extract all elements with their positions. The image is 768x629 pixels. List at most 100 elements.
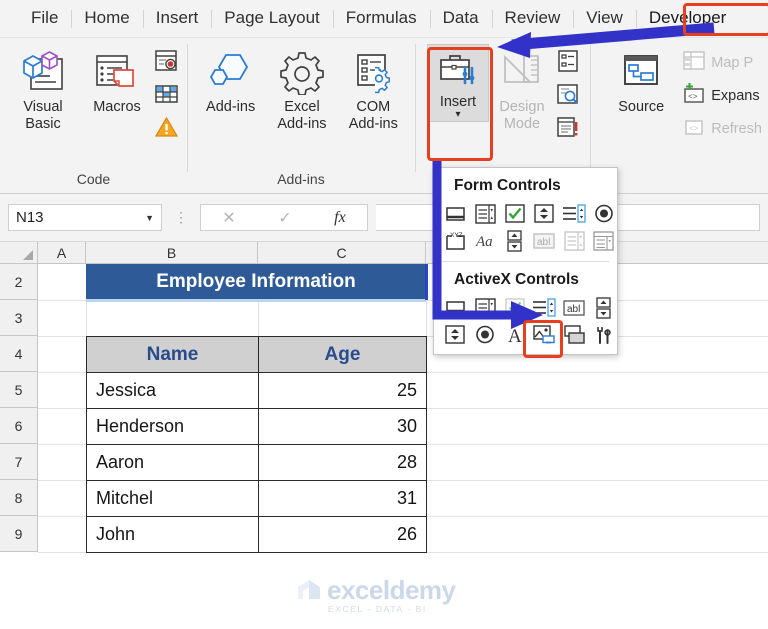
column-header-a[interactable]: A bbox=[38, 242, 86, 263]
row-header-8[interactable]: 8 bbox=[0, 480, 38, 516]
activex-toggle-button-control[interactable] bbox=[561, 322, 588, 347]
row-header-4[interactable]: 4 bbox=[0, 336, 38, 372]
tab-insert[interactable]: Insert bbox=[142, 4, 212, 37]
cell-name[interactable]: Aaron bbox=[86, 444, 259, 481]
run-dialog-icon bbox=[555, 115, 581, 143]
cell-name[interactable]: John bbox=[86, 516, 259, 553]
com-addins-label: COM Add-ins bbox=[348, 99, 398, 133]
form-combo-list-edit-control[interactable] bbox=[561, 228, 588, 253]
form-combo-drop-down-edit-control[interactable] bbox=[590, 228, 617, 253]
formula-bar-handle[interactable]: ⋮ bbox=[170, 209, 192, 226]
expansion-packs-icon: <> bbox=[682, 83, 706, 109]
cell-age[interactable]: 26 bbox=[258, 516, 427, 553]
form-controls-row-2: XYZ Aa abl bbox=[434, 227, 617, 254]
cell-age[interactable]: 30 bbox=[258, 408, 427, 445]
insert-controls-icon bbox=[436, 50, 480, 94]
expansion-packs-button[interactable]: <> Expans bbox=[682, 81, 762, 111]
enter-icon[interactable]: ✓ bbox=[278, 208, 291, 228]
view-code-button[interactable] bbox=[555, 81, 581, 111]
employee-information-title-cell[interactable]: Employee Information bbox=[86, 264, 426, 299]
select-all-corner[interactable] bbox=[0, 242, 38, 263]
column-header-name: Name bbox=[86, 336, 259, 373]
activex-option-button-control[interactable] bbox=[472, 322, 499, 347]
tab-page-layout[interactable]: Page Layout bbox=[211, 4, 332, 37]
record-macro-icon bbox=[154, 49, 180, 77]
grid-rows: 2 3 4 5 6 7 8 9 Employee Information Nam… bbox=[0, 264, 768, 553]
design-mode-button: Design Mode bbox=[489, 44, 555, 137]
row-header-9[interactable]: 9 bbox=[0, 516, 38, 552]
use-relative-references-button[interactable] bbox=[154, 81, 180, 111]
chevron-down-icon[interactable]: ▼ bbox=[145, 213, 154, 223]
row-header-5[interactable]: 5 bbox=[0, 372, 38, 408]
row-header-3[interactable]: 3 bbox=[0, 300, 38, 336]
activex-spin-button-control[interactable] bbox=[442, 322, 469, 347]
visual-basic-button[interactable]: Visual Basic bbox=[6, 44, 80, 137]
activex-more-controls-control[interactable] bbox=[590, 322, 617, 347]
row-header-6[interactable]: 6 bbox=[0, 408, 38, 444]
column-header-b[interactable]: B bbox=[86, 242, 258, 263]
controls-small-buttons bbox=[555, 44, 581, 144]
table-row[interactable]: John 26 bbox=[86, 516, 427, 553]
activex-combo-box-control[interactable] bbox=[472, 295, 499, 320]
form-check-box-control[interactable] bbox=[501, 201, 528, 226]
excel-addins-button[interactable]: Excel Add-ins bbox=[266, 44, 337, 137]
tab-data[interactable]: Data bbox=[429, 4, 492, 37]
cell-name[interactable]: Henderson bbox=[86, 408, 259, 445]
cell-name[interactable]: Jessica bbox=[86, 372, 259, 409]
xml-source-button[interactable]: Source bbox=[604, 44, 678, 120]
macro-security-button[interactable] bbox=[154, 114, 180, 144]
form-label-control[interactable]: Aa bbox=[472, 228, 499, 253]
form-combo-box-control[interactable] bbox=[472, 201, 499, 226]
activex-text-box-control[interactable]: abl bbox=[561, 295, 588, 320]
tab-file[interactable]: File bbox=[18, 4, 71, 37]
insert-function-icon[interactable]: fx bbox=[334, 209, 346, 227]
activex-label-control[interactable]: A bbox=[501, 322, 528, 347]
activex-image-control[interactable] bbox=[531, 322, 558, 347]
insert-button[interactable]: Insert ▾ bbox=[426, 44, 489, 122]
tab-formulas[interactable]: Formulas bbox=[332, 4, 430, 37]
macro-security-icon bbox=[154, 115, 180, 143]
name-box[interactable]: N13 ▼ bbox=[8, 204, 162, 231]
activex-scroll-bar-control[interactable] bbox=[590, 295, 617, 320]
cell-age[interactable]: 31 bbox=[258, 480, 427, 517]
row-header-2[interactable]: 2 bbox=[0, 264, 38, 300]
run-dialog-button[interactable] bbox=[555, 114, 581, 144]
tab-developer[interactable]: Developer bbox=[635, 4, 740, 37]
form-option-button-control[interactable] bbox=[590, 201, 617, 226]
record-macro-button[interactable] bbox=[154, 48, 180, 78]
macros-button[interactable]: Macros bbox=[80, 44, 154, 120]
cell-age[interactable]: 28 bbox=[258, 444, 427, 481]
form-scroll-bar-control[interactable] bbox=[501, 228, 528, 253]
row-header-7[interactable]: 7 bbox=[0, 444, 38, 480]
column-header-c[interactable]: C bbox=[258, 242, 426, 263]
form-button-control[interactable] bbox=[442, 201, 469, 226]
macros-icon bbox=[94, 48, 140, 98]
form-spin-button-control[interactable] bbox=[531, 201, 558, 226]
tab-home[interactable]: Home bbox=[71, 4, 142, 37]
table-row[interactable]: Jessica 25 bbox=[86, 372, 427, 409]
visual-basic-icon bbox=[20, 48, 66, 98]
table-row[interactable]: Mitchel 31 bbox=[86, 480, 427, 517]
com-addins-button[interactable]: COM Add-ins bbox=[338, 44, 409, 137]
addins-button[interactable]: Add-ins bbox=[195, 44, 266, 120]
form-group-box-control[interactable]: XYZ bbox=[442, 228, 469, 253]
table-row[interactable]: Henderson 30 bbox=[86, 408, 427, 445]
tab-view[interactable]: View bbox=[573, 4, 636, 37]
tab-review[interactable]: Review bbox=[491, 4, 574, 37]
expansion-packs-label: Expans bbox=[711, 88, 760, 104]
activex-check-box-control[interactable] bbox=[501, 295, 528, 320]
cell-name[interactable]: Mitchel bbox=[86, 480, 259, 517]
properties-button[interactable] bbox=[555, 48, 581, 78]
cell-age[interactable]: 25 bbox=[258, 372, 427, 409]
form-list-box-control[interactable] bbox=[561, 201, 588, 226]
watermark-tagline: EXCEL - DATA - BI bbox=[328, 604, 427, 614]
table-row[interactable]: Aaron 28 bbox=[86, 444, 427, 481]
addins-icon bbox=[207, 48, 255, 98]
activex-list-box-control[interactable] bbox=[531, 295, 558, 320]
cancel-icon[interactable]: ✕ bbox=[222, 208, 235, 228]
ribbon: Visual Basic Macros Code Add-ins Excel A… bbox=[0, 38, 768, 194]
activex-command-button-control[interactable] bbox=[442, 295, 469, 320]
form-text-field-control[interactable]: abl bbox=[531, 228, 558, 253]
design-mode-label: Design Mode bbox=[499, 99, 545, 133]
properties-icon bbox=[555, 49, 581, 77]
